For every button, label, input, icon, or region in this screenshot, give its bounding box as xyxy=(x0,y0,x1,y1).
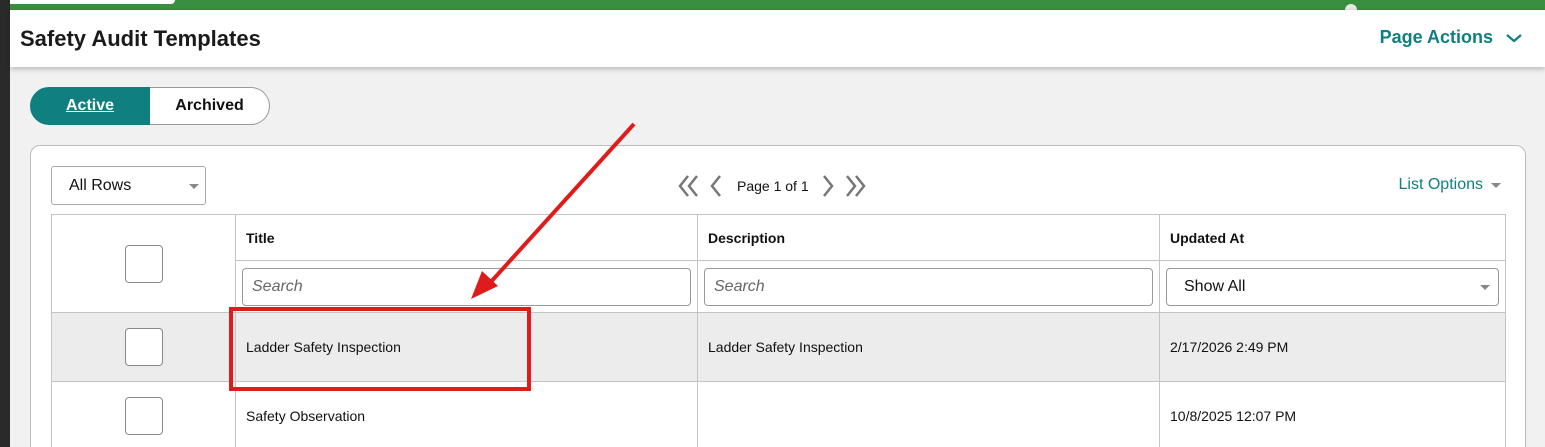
caret-down-icon xyxy=(189,184,199,189)
page-actions-button[interactable]: Page Actions xyxy=(1380,27,1523,48)
row-updated-at: 10/8/2025 12:07 PM xyxy=(1159,381,1506,447)
column-header-updated-at[interactable]: Updated At xyxy=(1159,214,1506,261)
prev-page-icon[interactable] xyxy=(709,173,723,199)
updated-at-filter-cell: Show All xyxy=(1159,260,1506,313)
page-indicator: Page 1 of 1 xyxy=(737,178,809,194)
row-updated-at: 2/17/2026 2:49 PM xyxy=(1159,312,1506,382)
select-all-checkbox[interactable] xyxy=(124,244,163,283)
page-header: Safety Audit Templates Page Actions xyxy=(10,10,1545,67)
tab-archived[interactable]: Archived xyxy=(150,87,270,125)
app-top-bar xyxy=(0,0,1545,10)
row-description: Ladder Safety Inspection xyxy=(697,312,1160,382)
top-tab-remnant xyxy=(0,0,175,4)
column-header-description[interactable]: Description xyxy=(697,214,1160,261)
description-search-input[interactable]: Search xyxy=(704,267,1153,306)
table-row[interactable]: Safety Observation 10/8/2025 12:07 PM xyxy=(51,381,1506,447)
title-filter-cell: Search xyxy=(235,260,698,313)
first-page-icon[interactable] xyxy=(677,173,701,199)
next-page-icon[interactable] xyxy=(821,173,835,199)
page-actions-label: Page Actions xyxy=(1379,27,1493,47)
left-edge-bar xyxy=(0,0,10,447)
row-checkbox[interactable] xyxy=(124,328,163,366)
row-description xyxy=(697,381,1160,447)
row-title[interactable]: Safety Observation xyxy=(235,381,698,447)
row-select-cell xyxy=(51,312,236,382)
select-all-cell xyxy=(51,214,236,313)
row-checkbox[interactable] xyxy=(124,397,163,435)
list-options-label: List Options xyxy=(1398,176,1483,193)
page-title: Safety Audit Templates xyxy=(20,26,261,51)
list-options-button[interactable]: List Options xyxy=(1399,176,1501,194)
caret-down-icon xyxy=(1480,284,1490,290)
rows-per-page-select[interactable]: All Rows xyxy=(51,166,206,205)
templates-table: Title Description Updated At Search Sear… xyxy=(51,214,1506,447)
table-row[interactable]: Ladder Safety Inspection Ladder Safety I… xyxy=(51,312,1506,382)
updated-at-filter-select[interactable]: Show All xyxy=(1166,267,1499,306)
tab-active[interactable]: Active xyxy=(30,87,150,125)
title-search-input[interactable]: Search xyxy=(242,267,691,306)
description-filter-cell: Search xyxy=(697,260,1160,313)
status-tabs: Active Archived xyxy=(30,87,270,125)
rows-select-value: All Rows xyxy=(69,176,132,194)
row-title[interactable]: Ladder Safety Inspection xyxy=(235,312,698,382)
updated-at-filter-value: Show All xyxy=(1184,277,1246,295)
caret-down-icon xyxy=(1491,182,1501,188)
column-header-title[interactable]: Title xyxy=(235,214,698,261)
chevron-down-icon xyxy=(1506,33,1522,42)
last-page-icon[interactable] xyxy=(843,173,867,199)
row-select-cell xyxy=(51,381,236,447)
pagination: Page 1 of 1 xyxy=(677,172,867,200)
